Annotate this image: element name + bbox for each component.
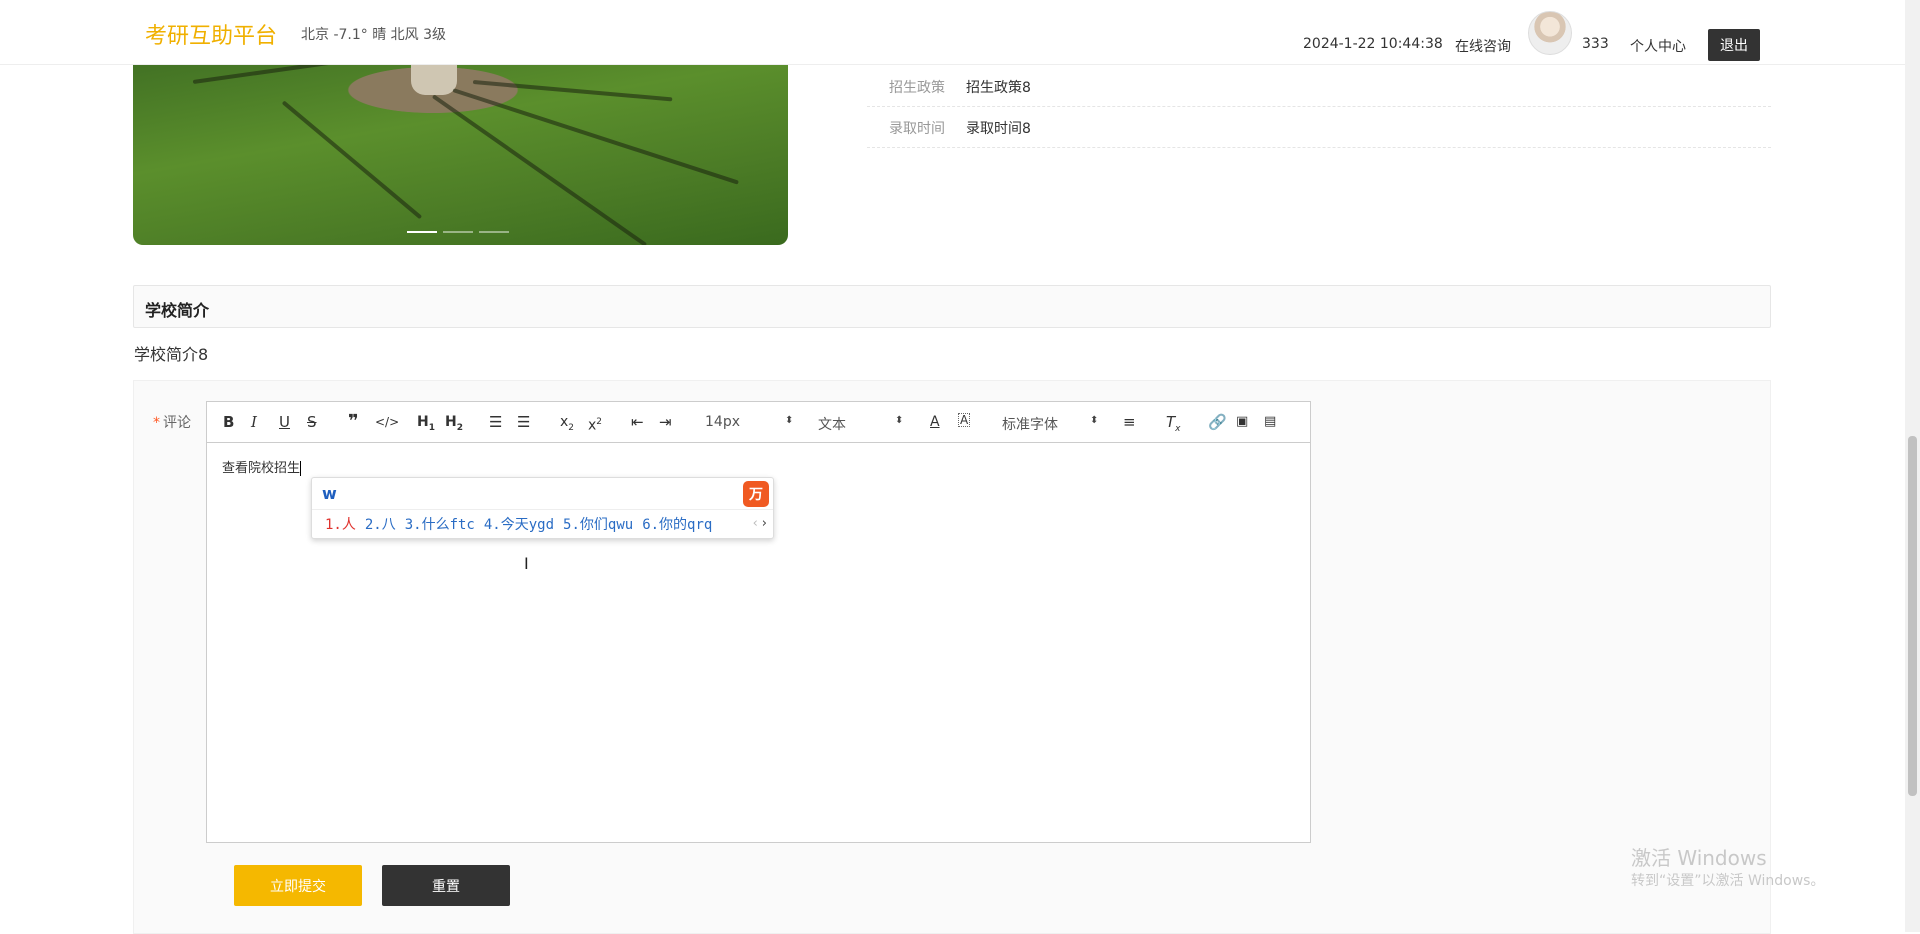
carousel-dot[interactable] [443, 231, 473, 233]
tree-shadow [472, 80, 673, 102]
comment-label-text: 评论 [163, 415, 191, 431]
select-arrow-icon: ⬍ [1090, 415, 1099, 426]
ime-candidate-popup[interactable]: w 万 1.人 2.八 3.什么ftc 4.今天ygd 5.你们qwu 6.你的qrq ‹… [311, 477, 774, 539]
intro-section-title: 学校简介 [145, 301, 210, 320]
font-size-select[interactable]: 14px ⬍ [705, 414, 795, 430]
activation-watermark-subtitle: 转到“设置”以激活 Windows。 [1631, 873, 1825, 889]
ibeam-cursor-icon: I [524, 554, 529, 573]
info-value: 录取时间8 [966, 121, 1031, 137]
heading2-icon[interactable]: H2 [445, 413, 463, 437]
activation-watermark-title: 激活 Windows [1631, 846, 1767, 870]
info-row-policy: 招生政策 招生政策8 [867, 65, 1771, 107]
background-color-icon[interactable]: A [958, 413, 971, 427]
font-family-select[interactable]: 标准字体 ⬍ [1002, 414, 1102, 434]
ordered-list-icon[interactable]: ☰ [489, 413, 502, 431]
select-arrow-icon: ⬍ [785, 415, 794, 426]
heading1-icon[interactable]: H1 [417, 413, 435, 437]
carousel-indicators [407, 231, 509, 233]
ime-candidate[interactable]: 3.什么ftc [405, 517, 475, 533]
intro-text: 学校简介8 [134, 345, 209, 364]
personal-center-link[interactable]: 个人中心 [1630, 36, 1686, 56]
site-logo[interactable]: 考研互助平台 [145, 18, 277, 50]
editor-content[interactable]: 查看院校招生 [222, 457, 302, 476]
link-icon[interactable]: 🔗 [1208, 413, 1227, 431]
submit-button[interactable]: 立即提交 [234, 865, 362, 906]
editor-text: 查看院校招生 [222, 461, 301, 476]
bullet-list-icon[interactable]: ☰ [517, 413, 530, 431]
image-icon[interactable]: ▣ [1236, 413, 1248, 431]
ime-page-nav: ‹ › [753, 516, 767, 531]
ime-logo-icon[interactable]: 万 [743, 481, 769, 507]
align-left-icon[interactable]: ≡ [1123, 413, 1136, 431]
info-value: 招生政策8 [966, 80, 1031, 96]
font-size-value: 14px [705, 414, 740, 430]
current-datetime: 2024-1-22 10:44:38 [1303, 36, 1443, 52]
bold-icon[interactable]: B [223, 413, 234, 431]
carousel-dot[interactable] [479, 231, 509, 233]
carousel-dot[interactable] [407, 231, 437, 233]
font-color-icon[interactable]: A [930, 413, 940, 431]
required-mark: * [153, 415, 160, 431]
reset-button[interactable]: 重置 [382, 865, 510, 906]
info-key: 招生政策 [889, 80, 945, 96]
underline-icon[interactable]: U [279, 413, 290, 431]
info-key: 录取时间 [889, 121, 945, 137]
ime-candidate[interactable]: 5.你们qwu [563, 517, 633, 533]
next-page-icon[interactable]: › [762, 516, 767, 531]
italic-icon[interactable]: I [251, 413, 257, 431]
ime-candidates: 1.人 2.八 3.什么ftc 4.今天ygd 5.你们qwu 6.你的qrq [325, 514, 721, 534]
subscript-icon[interactable]: x2 [560, 413, 574, 437]
superscript-icon[interactable]: x2 [588, 413, 602, 435]
prev-page-icon[interactable]: ‹ [753, 516, 758, 531]
info-row-admission-time: 录取时间 录取时间8 [867, 106, 1771, 148]
top-header: 考研互助平台 北京 -7.1° 晴 北风 3级 2024-1-22 10:44:… [0, 0, 1905, 65]
username: 333 [1582, 36, 1609, 52]
user-avatar[interactable] [1528, 11, 1572, 55]
school-image-carousel[interactable] [133, 50, 788, 245]
ime-candidate[interactable]: 6.你的qrq [642, 517, 712, 533]
ime-divider [312, 509, 773, 510]
code-block-icon[interactable]: </> [375, 413, 399, 431]
ime-candidate[interactable]: 2.八 [365, 517, 396, 533]
video-icon[interactable]: ▤ [1264, 413, 1276, 431]
text-caret [300, 461, 302, 476]
indent-icon[interactable]: ⇥ [659, 413, 672, 431]
select-arrow-icon: ⬍ [895, 415, 904, 426]
ime-input-text: w [322, 484, 337, 503]
online-consult-link[interactable]: 在线咨询 [1455, 36, 1511, 56]
comment-label: * 评论 [153, 412, 191, 432]
intro-section-header: 学校简介 [133, 285, 1771, 328]
strikethrough-icon[interactable]: S [307, 413, 317, 431]
scrollbar-thumb[interactable] [1908, 436, 1917, 796]
font-family-value: 标准字体 [1002, 417, 1058, 433]
ime-candidate[interactable]: 1.人 [325, 517, 356, 533]
block-type-select[interactable]: 文本 ⬍ [818, 414, 908, 434]
logout-button[interactable]: 退出 [1708, 29, 1760, 61]
rich-text-editor[interactable]: B I U S ❞ </> H1 H2 ☰ ☰ x2 x2 ⇤ ⇥ 14px ⬍… [206, 401, 1311, 843]
clear-format-icon[interactable]: Tx [1166, 413, 1181, 438]
weather-info: 北京 -7.1° 晴 北风 3级 [301, 27, 447, 43]
blockquote-icon[interactable]: ❞ [348, 413, 359, 431]
outdent-icon[interactable]: ⇤ [631, 413, 644, 431]
ime-candidate[interactable]: 4.今天ygd [484, 517, 554, 533]
block-type-value: 文本 [818, 417, 846, 433]
editor-toolbar: B I U S ❞ </> H1 H2 ☰ ☰ x2 x2 ⇤ ⇥ 14px ⬍… [207, 402, 1310, 443]
tree-shadow [281, 100, 423, 220]
